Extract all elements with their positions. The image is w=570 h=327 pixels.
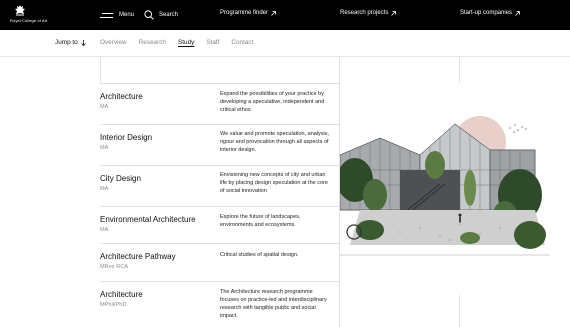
tab-study[interactable]: Study	[178, 39, 194, 46]
crest-icon	[15, 5, 25, 16]
rca-logo[interactable]: Royal College of Art	[10, 5, 47, 25]
programme-degree: MPhil/PhD	[100, 302, 127, 308]
programme-degree: MA	[100, 145, 109, 151]
programme-row[interactable]: Architecture Pathway MRes RCA Critical s…	[100, 243, 339, 281]
programme-degree: MA	[100, 104, 109, 110]
programme-finder-link[interactable]: Programme finder	[220, 10, 276, 16]
programme-description: We value and promote speculation, analys…	[220, 131, 330, 153]
programme-degree: MA	[100, 186, 109, 192]
tab-overview[interactable]: Overview	[100, 39, 127, 46]
external-arrow-icon	[271, 10, 276, 16]
research-projects-label: Research projects	[340, 10, 389, 16]
menu-button[interactable]: Menu	[100, 8, 134, 22]
programme-title[interactable]: Architecture	[100, 290, 143, 299]
jump-to-button[interactable]: Jump to	[55, 39, 86, 46]
programme-degree: MRes RCA	[100, 264, 128, 270]
programme-title[interactable]: Architecture Pathway	[100, 252, 176, 261]
search-icon	[144, 10, 154, 20]
research-projects-link[interactable]: Research projects	[340, 10, 397, 16]
programme-title[interactable]: Environmental Architecture	[100, 215, 196, 224]
programme-description: Explore the future of landscapes, enviro…	[220, 214, 301, 228]
programme-title[interactable]: Interior Design	[100, 133, 152, 142]
logo-text: Royal College of Art	[10, 18, 48, 23]
grid-line	[459, 57, 460, 83]
external-arrow-icon	[515, 10, 520, 16]
menu-label: Menu	[119, 12, 135, 18]
grid-line	[459, 295, 460, 327]
programme-description: Expand the possibilities of your practic…	[220, 91, 325, 113]
section-navigation: Jump to Overview Research Study Staff Co…	[0, 30, 570, 57]
programme-row[interactable]: Environmental Architecture MA Explore th…	[100, 206, 339, 243]
search-label: Search	[159, 12, 179, 18]
tab-contact[interactable]: Contact	[231, 39, 253, 46]
greenhouse-illustration	[340, 116, 550, 256]
programme-row[interactable]: Architecture MA Expand the possibilities…	[100, 83, 339, 124]
jump-to-label: Jump to	[55, 39, 78, 46]
programme-description: The Architecture research programme focu…	[220, 289, 327, 319]
programme-row[interactable]: Interior Design MA We value and promote …	[100, 124, 339, 165]
startup-companies-link[interactable]: Start-up companies	[460, 10, 520, 16]
hamburger-icon	[100, 12, 113, 19]
startup-companies-label: Start-up companies	[460, 10, 513, 16]
programme-finder-label: Programme finder	[220, 10, 269, 16]
programme-row[interactable]: Architecture MPhil/PhD The Architecture …	[100, 281, 339, 327]
section-tabs: Overview Research Study Staff Contact	[100, 39, 253, 46]
external-arrow-icon	[391, 10, 397, 16]
programme-row[interactable]: City Design MA Envisioning new concepts …	[100, 165, 339, 206]
programme-title[interactable]: Architecture	[100, 92, 143, 101]
arrow-down-icon	[80, 39, 86, 46]
programme-description: Envisioning new concepts of city and urb…	[220, 172, 328, 194]
programme-degree: MA	[100, 227, 109, 233]
tab-research[interactable]: Research	[139, 39, 166, 46]
tab-staff[interactable]: Staff	[206, 39, 219, 46]
search-button[interactable]: Search	[144, 8, 178, 22]
top-navigation-bar: Royal College of Art Menu Search Program…	[0, 0, 570, 30]
programme-description: Critical studies of spatial design.	[220, 252, 299, 258]
grid-line	[100, 57, 101, 83]
programme-title[interactable]: City Design	[100, 174, 141, 183]
